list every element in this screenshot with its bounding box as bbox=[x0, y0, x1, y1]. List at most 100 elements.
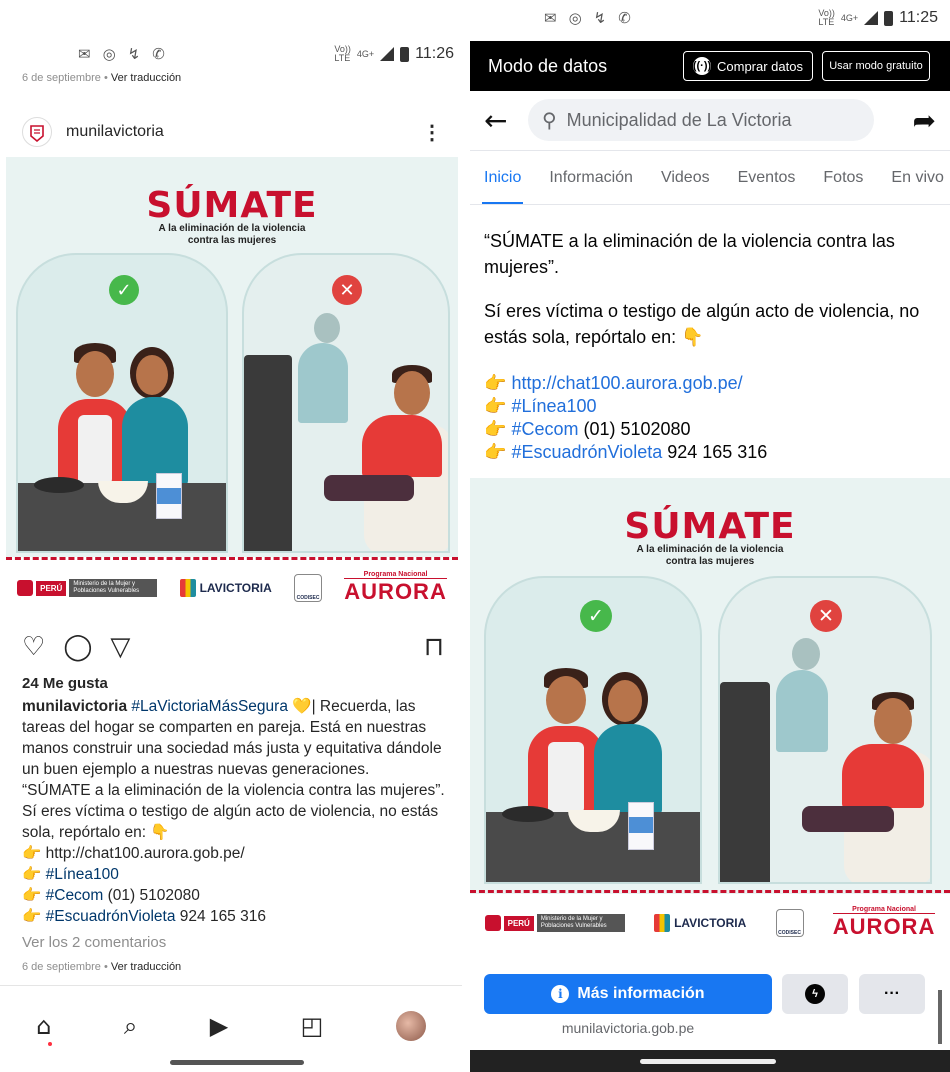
tab-videos[interactable]: Videos bbox=[647, 151, 724, 204]
network-type: 4G+ bbox=[840, 12, 859, 23]
post-image[interactable]: SÚMATE A la eliminación de la violencia … bbox=[470, 478, 950, 956]
check-icon: ✓ bbox=[580, 600, 612, 632]
clock: 11:25 bbox=[899, 9, 938, 26]
tab-fotos[interactable]: Fotos bbox=[809, 151, 877, 204]
pan-icon bbox=[502, 806, 554, 822]
tab-eventos[interactable]: Eventos bbox=[724, 151, 810, 204]
shop-icon[interactable]: ◰ bbox=[301, 1012, 324, 1040]
search-header: ← ⚲ Municipalidad de La Victoria ➦ bbox=[470, 96, 950, 144]
scrollbar[interactable] bbox=[938, 990, 942, 1044]
check-icon: ✓ bbox=[109, 275, 139, 305]
profile-avatar[interactable] bbox=[395, 1011, 426, 1041]
translate-link[interactable]: Ver traducción bbox=[111, 72, 181, 84]
hashtag-lavictoriamassegura[interactable]: #LaVictoriaMásSegura bbox=[131, 698, 288, 715]
pointing-hand-emoji: 👉 bbox=[484, 373, 507, 393]
scene-correct: ✓ bbox=[484, 576, 702, 884]
hashtag-linea100[interactable]: #Línea100 bbox=[46, 866, 119, 883]
clock: 11:26 bbox=[415, 45, 454, 62]
buy-data-button[interactable]: ((·)) Comprar datos bbox=[683, 51, 813, 81]
woman-figure bbox=[136, 355, 168, 395]
hashtag-cecom[interactable]: #Cecom bbox=[46, 887, 104, 904]
tab-informacion[interactable]: Información bbox=[535, 151, 647, 204]
milk-carton-icon bbox=[156, 473, 182, 519]
aurora-logo: Programa Nacional AURORA bbox=[832, 906, 936, 939]
system-status: Vo)) LTE 4G+ 11:25 bbox=[818, 9, 938, 27]
hashtag-escuadronvioleta[interactable]: #EscuadrónVioleta bbox=[46, 908, 176, 925]
man-figure bbox=[546, 676, 586, 724]
tv-icon bbox=[244, 355, 292, 551]
chat100-link[interactable]: http://chat100.aurora.gob.pe/ bbox=[511, 373, 742, 393]
instagram-screen: ✉ ◎ ↯ ✆ Vo)) LTE 4G+ 11:26 6 de septiemb… bbox=[0, 0, 462, 1072]
lavictoria-logo: LAVICTORIA bbox=[179, 579, 272, 597]
battery-icon bbox=[400, 46, 410, 62]
campaign-title: SÚMATE bbox=[624, 506, 796, 547]
tab-inicio[interactable]: Inicio bbox=[470, 151, 535, 204]
status-bar: ✉ ◎ ↯ ✆ Vo)) LTE 4G+ 11:26 bbox=[0, 0, 462, 64]
home-indicator[interactable] bbox=[640, 1059, 776, 1064]
system-status: Vo)) LTE 4G+ 11:26 bbox=[334, 45, 454, 63]
whatsapp-icon: ✆ bbox=[618, 9, 631, 27]
bottom-navigation: ⌂ ⌕ ▶ ◰ bbox=[0, 1000, 462, 1052]
volte-indicator: Vo)) LTE bbox=[334, 44, 351, 63]
likes-count[interactable]: 24 Me gusta bbox=[22, 675, 108, 692]
whatsapp-icon: ✆ bbox=[152, 45, 165, 63]
translate-link[interactable]: Ver traducción bbox=[111, 961, 181, 973]
like-heart-icon[interactable]: ♡ bbox=[22, 632, 45, 662]
codisec-logo: CODISEC bbox=[294, 574, 323, 602]
sponsor-logos: PERÚ Ministerio de la Mujer y Poblacione… bbox=[470, 906, 950, 940]
post-image[interactable]: SÚMATE A la eliminación de la violencia … bbox=[6, 157, 458, 613]
milk-carton-icon bbox=[628, 802, 654, 850]
campaign-title: SÚMATE bbox=[146, 185, 318, 226]
username[interactable]: munilavictoria bbox=[66, 123, 164, 141]
scene-incorrect: ✕ bbox=[718, 576, 932, 884]
peru-shield-icon bbox=[17, 580, 34, 596]
messenger-icon: ϟ bbox=[805, 984, 825, 1004]
lavictoria-icon bbox=[179, 579, 196, 597]
more-options-icon[interactable]: ⋮ bbox=[422, 120, 442, 145]
hashtag-escuadronvioleta[interactable]: #EscuadrónVioleta bbox=[511, 442, 662, 462]
home-icon[interactable]: ⌂ bbox=[36, 1012, 51, 1040]
tab-en-vivo[interactable]: En vivo bbox=[877, 151, 950, 204]
campaign-subtitle: A la eliminación de la violencia contra … bbox=[158, 223, 306, 246]
post-date-bottom: 6 de septiembre • Ver traducción bbox=[22, 961, 182, 973]
avatar[interactable] bbox=[22, 117, 52, 147]
website-domain[interactable]: munilavictoria.gob.pe bbox=[484, 1020, 772, 1036]
search-input[interactable]: ⚲ Municipalidad de La Victoria bbox=[528, 99, 874, 141]
home-indicator[interactable] bbox=[170, 1060, 304, 1065]
search-icon: ⚲ bbox=[542, 108, 557, 132]
woman-background-figure bbox=[792, 638, 820, 670]
aurora-logo: Programa Nacional AURORA bbox=[344, 571, 447, 604]
free-mode-button[interactable]: Usar modo gratuito bbox=[822, 51, 930, 81]
back-arrow-icon[interactable]: ← bbox=[484, 104, 514, 137]
signal-icon bbox=[864, 11, 879, 25]
info-icon: i bbox=[551, 985, 570, 1003]
man-figure bbox=[76, 351, 114, 397]
page-tabs: Inicio Información Videos Eventos Fotos … bbox=[470, 150, 950, 205]
gmail-icon: ✉ bbox=[544, 9, 557, 27]
hashtag-cecom[interactable]: #Cecom bbox=[511, 419, 578, 439]
save-bookmark-icon[interactable]: ⊓ bbox=[424, 632, 444, 662]
view-comments-link[interactable]: Ver los 2 comentarios bbox=[22, 934, 166, 951]
battery-icon bbox=[884, 10, 894, 26]
scene-correct: ✓ bbox=[16, 253, 228, 553]
more-info-button[interactable]: i Más información bbox=[484, 974, 772, 1014]
volte-indicator: Vo)) LTE bbox=[818, 8, 835, 27]
post-date-top: 6 de septiembre • Ver traducción bbox=[22, 72, 182, 84]
search-icon[interactable]: ⌕ bbox=[124, 1012, 137, 1040]
status-bar: ✉ ◎ ↯ ✆ Vo)) LTE 4G+ 11:25 bbox=[470, 0, 950, 36]
notification-dot bbox=[48, 1042, 52, 1046]
caption-username[interactable]: munilavictoria bbox=[22, 698, 127, 715]
data-mode-title: Modo de datos bbox=[488, 55, 608, 76]
peru-shield-icon bbox=[484, 915, 501, 931]
messenger-button[interactable]: ϟ bbox=[782, 974, 848, 1014]
codisec-logo: CODISEC bbox=[775, 909, 804, 937]
share-arrow-icon[interactable]: ➦ bbox=[913, 104, 936, 137]
hashtag-linea100[interactable]: #Línea100 bbox=[511, 396, 596, 416]
divider bbox=[0, 985, 462, 986]
sponsor-logos: PERÚ Ministerio de la Mujer y Poblacione… bbox=[6, 571, 458, 605]
share-icon[interactable]: ▽ bbox=[110, 632, 130, 662]
comment-icon[interactable]: ◯ bbox=[63, 632, 92, 662]
more-button[interactable]: ··· bbox=[859, 974, 925, 1014]
reels-icon[interactable]: ▶ bbox=[210, 1012, 228, 1040]
instagram-icon: ◎ bbox=[102, 45, 116, 63]
